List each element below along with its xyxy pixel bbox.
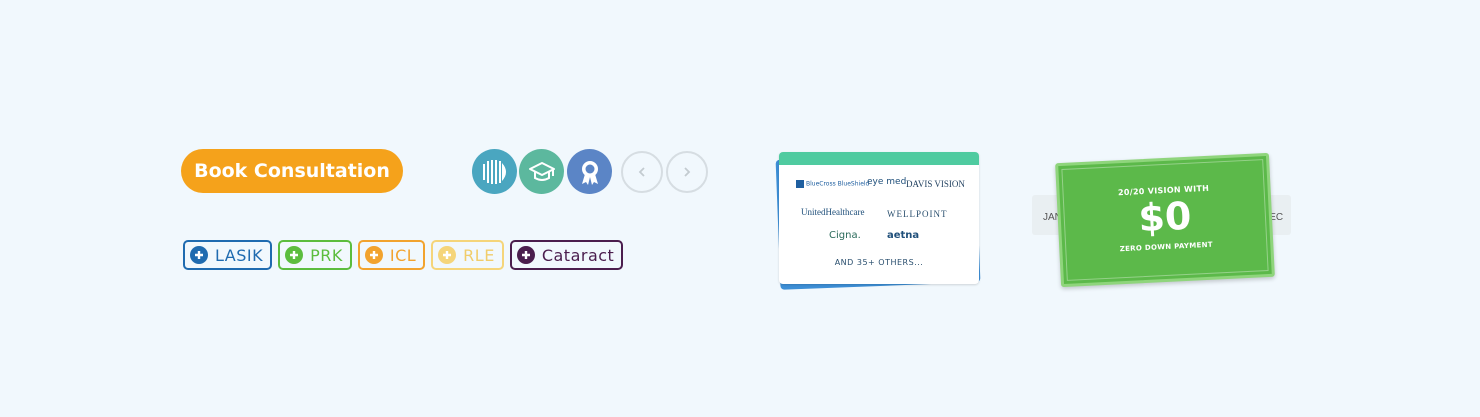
chevron-left-icon: [638, 167, 645, 177]
tag-label: PRK: [310, 245, 343, 265]
book-consultation-button[interactable]: Book Consultation: [181, 149, 403, 193]
eyemed-logo: eye med: [867, 177, 907, 187]
chevron-right-icon: [684, 167, 691, 177]
tag-label: ICL: [389, 245, 417, 265]
next-button[interactable]: [666, 151, 708, 193]
tag-label: Cataract: [541, 245, 615, 265]
wellpoint-logo: WELLPOINT: [887, 209, 948, 219]
tag-icl[interactable]: ICL: [357, 240, 426, 270]
plus-icon: [364, 246, 383, 264]
plus-icon: [190, 246, 208, 264]
zero-down-card: 20/20 VISION WITH $0 ZERO DOWN PAYMENT: [1055, 152, 1275, 288]
cigna-logo: Cigna.: [829, 230, 861, 241]
plus-icon: [438, 246, 457, 264]
plus-icon: [285, 246, 304, 264]
tag-cataract[interactable]: Cataract: [509, 240, 624, 270]
plus-icon: [516, 246, 535, 264]
others-text: AND 35+ OTHERS...: [834, 258, 924, 267]
tag-label: RLE: [463, 245, 495, 265]
tag-lasik[interactable]: LASIK: [183, 240, 273, 270]
davis-vision-logo: DAVIS VISION: [906, 179, 965, 189]
insurance-card: BlueCross BlueShield eye med DAVIS VISIO…: [779, 152, 979, 284]
prev-button[interactable]: [621, 151, 663, 193]
tag-rle[interactable]: RLE: [431, 240, 504, 270]
card-header-bar: [779, 152, 979, 165]
tag-label: LASIK: [215, 245, 264, 265]
tag-prk[interactable]: PRK: [278, 240, 352, 270]
graduation-cap-icon[interactable]: [519, 149, 564, 194]
award-badge-icon[interactable]: [567, 149, 612, 194]
aetna-logo: aetna: [887, 230, 920, 241]
bluecross-logo: BlueCross BlueShield: [796, 180, 869, 188]
unitedhealthcare-logo: UnitedHealthcare: [801, 207, 865, 217]
lines-logo-icon[interactable]: [472, 149, 517, 194]
procedure-tags: LASIK PRK ICL RLE Cataract: [183, 240, 624, 270]
